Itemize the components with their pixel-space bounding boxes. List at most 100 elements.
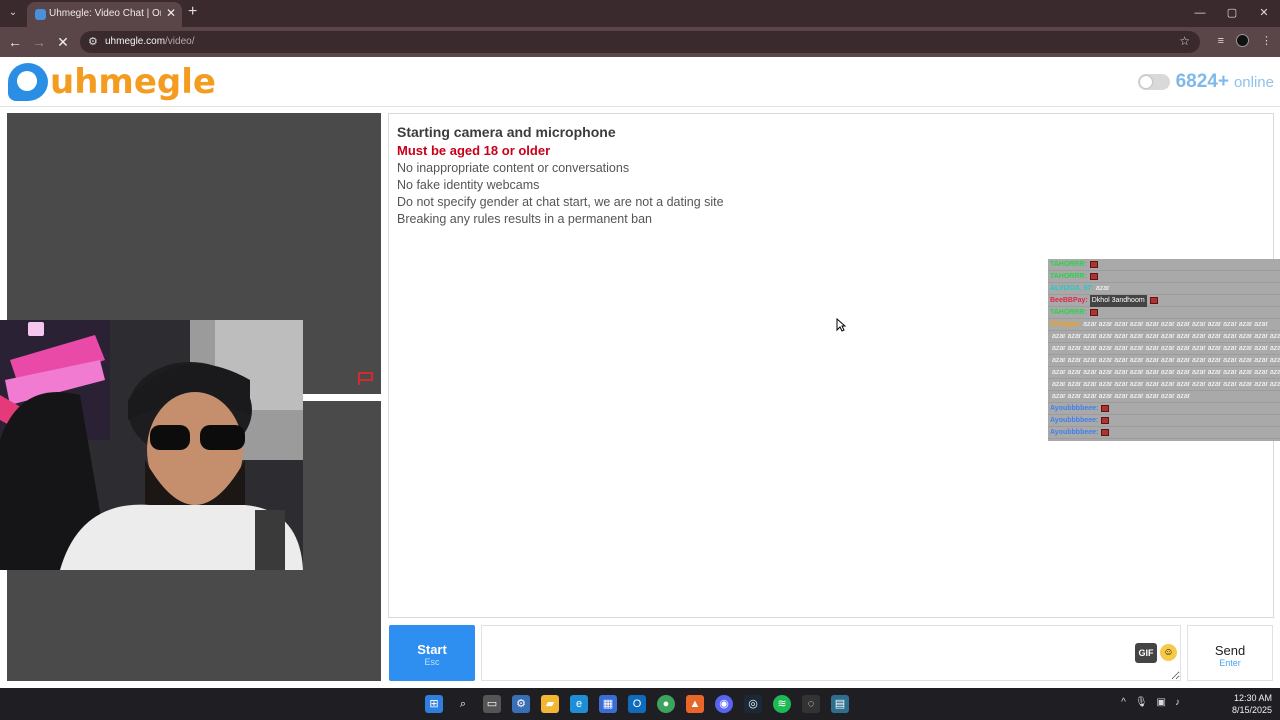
tab-title: Uhmegle: Video Chat | Omegle [49,8,161,19]
overlay-message-text: azar azar azar azar azar azar azar azar … [1052,345,1280,352]
gif-button[interactable]: GIF [1135,643,1157,663]
overlay-message-text: azar azar azar azar azar azar azar azar … [1052,381,1280,388]
emoji-icon[interactable]: ☺ [1160,644,1177,661]
overlay-message-text: azar azar azar azar azar azar azar azar … [1083,321,1268,328]
calculator-icon[interactable]: ▤ [831,695,849,713]
browser-toolbar: ← → ✕ ⚙ uhmegle.com/video/ ☆ ≡ ⋮ [0,27,1280,57]
tab-list-chevron-icon[interactable]: ⌄ [5,5,21,21]
message-input[interactable] [481,625,1181,681]
file-explorer-icon[interactable]: ▰ [541,695,559,713]
chrome-icon[interactable]: ● [657,695,675,713]
vlc-icon[interactable]: ▲ [686,695,704,713]
overlay-username: Ayoubbbbeee: [1050,429,1099,436]
overlay-chat-line: azar azar azar azar azar azar azar azar … [1048,355,1280,367]
url-host: uhmegle.com [105,36,166,47]
taskbar-apps: ⊞ ⌕ ▭ ⚙ ▰ e ▦ O ● ▲ ◉ ◎ ≋ ◌ ▤ [425,695,849,713]
overlay-username: DKaippo: [1050,321,1082,328]
edge-browser-icon[interactable]: e [570,695,588,713]
store-icon[interactable]: ▦ [599,695,617,713]
overlay-message-text: azar azar azar azar azar azar azar azar … [1052,393,1191,400]
tab-close-icon[interactable]: ✕ [166,6,176,20]
rule-line: Breaking any rules results in a permanen… [397,212,653,226]
overlay-username: BeeBBPay: [1050,297,1088,304]
system-tray: ^ 🎙 ▣ ♪ [1121,697,1180,708]
overlay-message-text: azar azar azar azar azar azar azar azar … [1052,333,1280,340]
site-header: uhmegle 6824+ online [0,57,1280,107]
overlay-chat-line: azar azar azar azar azar azar azar azar … [1048,343,1280,355]
overlay-username: Ayoubbbbeee: [1050,405,1099,412]
send-button[interactable]: Send Enter [1187,625,1273,681]
overlay-chat-line: Ayoubbbbeee: [1048,403,1280,415]
more-menu-icon[interactable]: ⋮ [1261,34,1272,47]
overlay-message-text: azar azar azar azar azar azar azar azar … [1052,357,1280,364]
logo-bubble-icon [8,63,48,101]
browser-tab[interactable]: Uhmegle: Video Chat | Omegle ✕ [27,2,182,27]
task-view-icon[interactable]: ▭ [483,695,501,713]
overlay-chat-line: ALVIJOA_97: azar [1048,283,1280,295]
overlay-username: ALVIJOA_97: [1050,285,1094,292]
windows-start-icon[interactable]: ⊞ [425,695,443,713]
back-arrow-icon[interactable]: ← [6,33,24,51]
overlay-chat-line: azar azar azar azar azar azar azar azar … [1048,331,1280,343]
webcam-overlay [0,320,303,570]
overlay-username: TAHORRR: [1050,309,1087,316]
overlay-chat-line: azar azar azar azar azar azar azar azar … [1048,367,1280,379]
microphone-icon[interactable]: 🎙 [1135,697,1148,708]
site-settings-icon[interactable]: ⚙ [88,35,98,48]
profile-avatar-icon[interactable] [1236,34,1249,47]
new-tab-button[interactable]: + [188,3,197,21]
theme-toggle[interactable] [1137,74,1170,90]
search-icon[interactable]: ⌕ [454,695,472,713]
emote-icon [1089,272,1098,280]
minimize-button[interactable]: — [1184,0,1216,27]
overlay-message-text: azar [1095,285,1110,292]
report-flag-icon[interactable] [357,371,375,386]
address-bar[interactable]: ⚙ uhmegle.com/video/ ☆ [80,31,1200,53]
overlay-chat-line: DKaippo: azar azar azar azar azar azar az… [1048,319,1280,331]
send-shortcut: Enter [1219,658,1241,668]
online-indicator: 6824+ online [1137,71,1274,93]
volume-icon[interactable]: ♪ [1175,697,1180,708]
site-logo[interactable]: uhmegle [8,62,216,102]
rule-line: No inappropriate content or conversation… [397,161,630,175]
spotify-icon[interactable]: ≋ [773,695,791,713]
emote-icon [1149,296,1158,304]
settings-gear-icon[interactable]: ⚙ [512,695,530,713]
bookmark-star-icon[interactable]: ☆ [1179,34,1190,48]
start-shortcut: Esc [424,657,440,667]
online-label: online [1233,73,1274,91]
overlay-chat-line: azar azar azar azar azar azar azar azar … [1048,379,1280,391]
overlay-chat-line: azar azar azar azar azar azar azar azar … [1048,391,1280,403]
emote-icon [1089,260,1098,268]
obs-icon[interactable]: ◌ [802,695,820,713]
stop-loading-icon[interactable]: ✕ [54,33,72,51]
outlook-icon[interactable]: O [628,695,646,713]
emote-icon [1101,416,1110,424]
restore-button[interactable]: ▢ [1216,0,1248,27]
rule-line: No fake identity webcams [397,178,540,192]
overlay-chat-line: TAHORRR: [1048,259,1280,271]
overlay-username: TAHORRR: [1050,261,1087,268]
close-window-button[interactable]: ✕ [1248,0,1280,27]
media-controls-icon[interactable]: ≡ [1218,35,1224,47]
tray-chevron-icon[interactable]: ^ [1121,697,1126,708]
forward-arrow-icon[interactable]: → [30,33,48,51]
send-label: Send [1214,643,1246,658]
clock-time: 12:30 AM [1233,693,1272,703]
windows-taskbar: ⊞ ⌕ ▭ ⚙ ▰ e ▦ O ● ▲ ◉ ◎ ≋ ◌ ▤ ^ 🎙 ▣ ♪ 12… [0,688,1280,720]
age-warning: Must be aged 18 or older [397,143,551,158]
url-path: /video/ [165,36,195,47]
start-button[interactable]: Start Esc [389,625,475,681]
window-controls: — ▢ ✕ [1184,0,1280,27]
steam-icon[interactable]: ◎ [744,695,762,713]
mouse-cursor-icon [836,318,846,332]
clock-date: 8/15/2025 [1231,705,1272,715]
discord-icon[interactable]: ◉ [715,695,733,713]
network-icon[interactable]: ▣ [1157,697,1166,708]
overlay-chat-line: BeeBBPay: Dkhol 3andhoom [1048,295,1280,307]
overlay-chat-line: Ayoubbbbeee: [1048,439,1280,441]
start-label: Start [417,642,447,657]
overlay-message-text: azar azar azar azar azar azar azar azar … [1052,369,1280,376]
taskbar-clock[interactable]: 12:30 AM 8/15/2025 [1232,692,1272,716]
browser-tab-bar: ⌄ Uhmegle: Video Chat | Omegle ✕ + — ▢ ✕ [0,0,1280,27]
